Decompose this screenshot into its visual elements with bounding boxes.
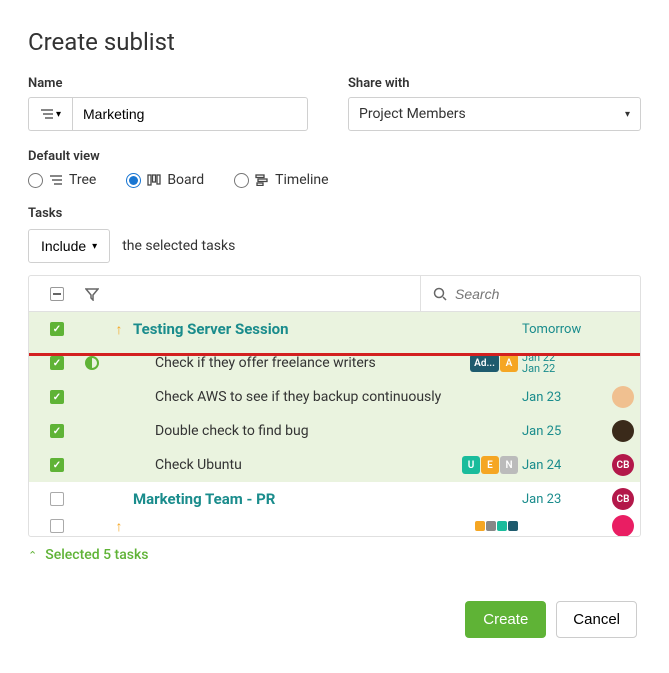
view-board-input[interactable] bbox=[126, 173, 141, 188]
task-tag bbox=[475, 521, 485, 531]
task-tag: N bbox=[500, 456, 518, 474]
task-title: Check AWS to see if they backup continuo… bbox=[133, 389, 452, 405]
avatar bbox=[612, 515, 634, 536]
task-date: Tomorrow bbox=[522, 322, 606, 337]
include-dropdown[interactable]: Include ▾ bbox=[28, 229, 110, 263]
view-timeline-input[interactable] bbox=[234, 173, 249, 188]
avatar bbox=[612, 420, 634, 442]
task-row[interactable]: Double check to find bug Jan 25 bbox=[29, 414, 640, 448]
default-view-label: Default view bbox=[28, 149, 641, 164]
task-tag bbox=[497, 521, 507, 531]
task-tag: E bbox=[481, 456, 499, 474]
search-input[interactable] bbox=[455, 286, 605, 302]
task-title: Check if they offer freelance writers bbox=[133, 355, 452, 371]
avatar: CB bbox=[612, 454, 634, 476]
status-icon bbox=[85, 356, 99, 370]
task-date: Jan 24 bbox=[522, 458, 606, 473]
view-timeline-label: Timeline bbox=[275, 172, 328, 188]
select-all-checkbox[interactable] bbox=[50, 287, 64, 301]
include-suffix: the selected tasks bbox=[122, 238, 235, 254]
board-icon bbox=[147, 174, 161, 186]
list-icon-picker[interactable]: ▾ bbox=[28, 97, 72, 131]
task-checkbox[interactable] bbox=[50, 519, 64, 533]
task-tag: U bbox=[462, 456, 480, 474]
task-checkbox[interactable] bbox=[50, 492, 64, 506]
priority-arrow-icon: ↑ bbox=[116, 321, 123, 338]
task-checkbox[interactable] bbox=[50, 356, 64, 370]
filter-icon[interactable] bbox=[85, 287, 99, 301]
task-row[interactable]: Check Ubuntu UEN Jan 24 CB bbox=[29, 448, 640, 482]
timeline-icon bbox=[255, 174, 269, 186]
task-tag: Ad... bbox=[470, 354, 499, 372]
caret-down-icon: ▾ bbox=[92, 241, 97, 252]
task-row[interactable]: ↑ Testing Server Session Tomorrow bbox=[29, 312, 640, 346]
create-button[interactable]: Create bbox=[465, 601, 546, 638]
table-header bbox=[29, 276, 640, 312]
name-input[interactable] bbox=[72, 97, 308, 131]
name-label: Name bbox=[28, 76, 308, 91]
task-title: Double check to find bug bbox=[133, 423, 452, 439]
view-tree-label: Tree bbox=[69, 172, 96, 188]
search-icon bbox=[433, 287, 447, 301]
modal-title: Create sublist bbox=[28, 28, 641, 56]
task-group-title: Marketing Team - PR bbox=[133, 490, 452, 508]
task-checkbox[interactable] bbox=[50, 390, 64, 404]
view-board-label: Board bbox=[167, 172, 204, 188]
caret-down-icon: ▾ bbox=[625, 109, 630, 120]
task-checkbox[interactable] bbox=[50, 424, 64, 438]
avatar bbox=[612, 386, 634, 408]
selected-summary[interactable]: ⌃ Selected 5 tasks bbox=[28, 537, 641, 573]
task-tag: A bbox=[500, 354, 518, 372]
view-tree-radio[interactable]: Tree bbox=[28, 172, 96, 188]
share-value: Project Members bbox=[359, 106, 466, 122]
task-date: Jan 22Jan 22 bbox=[522, 352, 606, 374]
task-row[interactable]: Marketing Team - PR Jan 23 CB bbox=[29, 482, 640, 516]
list-icon bbox=[40, 108, 54, 120]
task-date: Jan 23 bbox=[522, 492, 606, 507]
view-tree-input[interactable] bbox=[28, 173, 43, 188]
selected-text: Selected 5 tasks bbox=[45, 547, 148, 563]
task-row[interactable]: Check AWS to see if they backup continuo… bbox=[29, 380, 640, 414]
include-label: Include bbox=[41, 238, 86, 254]
priority-arrow-icon: ↑ bbox=[116, 518, 123, 535]
chevron-up-icon: ⌃ bbox=[28, 549, 37, 562]
task-date: Jan 23 bbox=[522, 390, 606, 405]
view-board-radio[interactable]: Board bbox=[126, 172, 204, 188]
task-tag bbox=[486, 521, 496, 531]
task-tag bbox=[508, 521, 518, 531]
task-row[interactable]: ↑ bbox=[29, 516, 640, 536]
view-timeline-radio[interactable]: Timeline bbox=[234, 172, 328, 188]
task-group-title: Testing Server Session bbox=[133, 320, 452, 338]
task-date: Jan 25 bbox=[522, 424, 606, 439]
share-select[interactable]: Project Members ▾ bbox=[348, 97, 641, 131]
task-row[interactable]: Check if they offer freelance writers Ad.… bbox=[29, 346, 640, 380]
task-rows: ↑ Testing Server Session Tomorrow Check if … bbox=[29, 312, 640, 536]
cancel-button[interactable]: Cancel bbox=[556, 601, 637, 638]
task-table: ↑ Testing Server Session Tomorrow Check if … bbox=[28, 275, 641, 537]
tasks-label: Tasks bbox=[28, 206, 641, 221]
task-checkbox[interactable] bbox=[50, 458, 64, 472]
caret-down-icon: ▾ bbox=[56, 109, 61, 120]
tree-icon bbox=[49, 174, 63, 186]
avatar: CB bbox=[612, 488, 634, 510]
share-label: Share with bbox=[348, 76, 641, 91]
task-title: Check Ubuntu bbox=[133, 457, 452, 473]
task-checkbox[interactable] bbox=[50, 322, 64, 336]
